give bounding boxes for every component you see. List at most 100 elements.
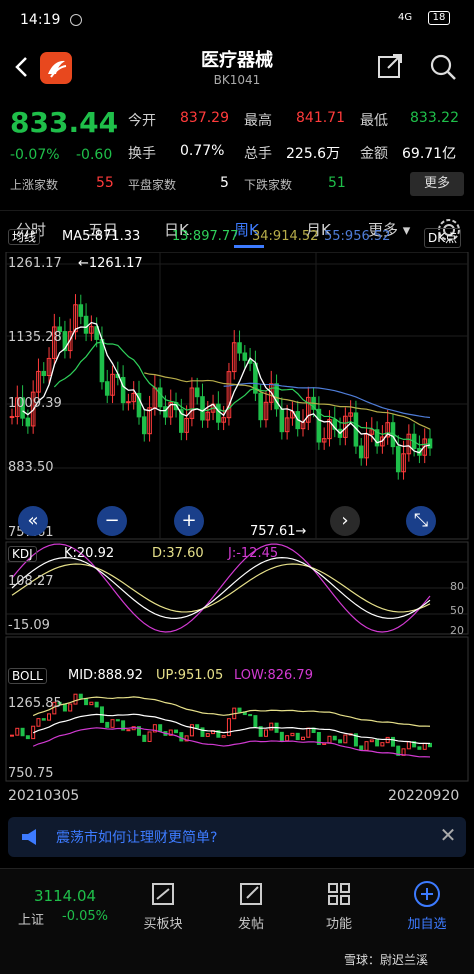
boll-candle bbox=[369, 739, 374, 743]
boll-candle bbox=[10, 734, 14, 737]
boll-selector[interactable]: BOLL bbox=[8, 668, 47, 684]
kdj-selector[interactable]: KDJ bbox=[8, 546, 37, 562]
ma13-value: 13:897.77 bbox=[172, 229, 239, 244]
scroll-left-fast-icon[interactable]: « bbox=[18, 506, 48, 536]
index-value[interactable]: 3114.04 bbox=[34, 887, 96, 905]
end-date: 20220920 bbox=[388, 788, 460, 804]
boll-candle bbox=[301, 736, 306, 741]
candle-body bbox=[83, 315, 89, 334]
boll-candle bbox=[25, 735, 30, 740]
candle-body bbox=[216, 403, 221, 423]
candle-body bbox=[157, 387, 163, 408]
scroll-right-icon[interactable]: › bbox=[330, 506, 360, 536]
boll-candle bbox=[422, 742, 427, 750]
boll-candle bbox=[200, 727, 205, 737]
share-icon[interactable] bbox=[376, 52, 404, 80]
boll-candle bbox=[253, 715, 258, 728]
close-icon[interactable]: ✕ bbox=[436, 823, 460, 847]
index-name[interactable]: 上证 bbox=[18, 909, 44, 928]
candle-body bbox=[99, 338, 105, 383]
ma-selector[interactable]: 均线 bbox=[8, 229, 41, 245]
boll-candle bbox=[343, 734, 348, 744]
boll-candle bbox=[89, 701, 94, 706]
flat-count-label: 平盘家数 bbox=[128, 178, 177, 192]
turnover-value: 0.77% bbox=[180, 143, 225, 159]
ma55-value: 55:956.52 bbox=[324, 229, 391, 244]
promo-banner[interactable]: 震荡市如何让理财更简单? ✕ bbox=[8, 817, 466, 857]
up-count-label: 上涨家数 bbox=[10, 178, 59, 192]
boll-candle bbox=[94, 701, 99, 708]
change-value: -0.60 bbox=[76, 147, 113, 163]
boll-candle bbox=[62, 703, 67, 712]
dk-point-button[interactable]: DK点 bbox=[424, 228, 462, 248]
amount-label: 金额 bbox=[360, 146, 388, 162]
boll-candle bbox=[68, 703, 73, 712]
boll-candle bbox=[380, 742, 385, 747]
boll-candle bbox=[20, 727, 25, 737]
up-count: 55 bbox=[96, 175, 114, 191]
watermark: 雪球：尉迟兰溪 bbox=[344, 953, 429, 967]
boll-mid-line bbox=[32, 713, 431, 745]
min-annotation: 757.61→ bbox=[250, 524, 307, 539]
candle-body bbox=[25, 417, 31, 427]
boll-candle bbox=[332, 735, 337, 741]
volume-value: 225.6万 bbox=[286, 146, 341, 162]
kdj-j-value: J:-12.45 bbox=[228, 546, 279, 561]
candle-body bbox=[78, 304, 84, 317]
boll-candle bbox=[390, 736, 395, 747]
boll-top: 1265.85 bbox=[8, 696, 62, 711]
boll-candle bbox=[385, 736, 390, 744]
quote-panel: 833.44 -0.07% -0.60 今开 837.29 最高 841.71 … bbox=[0, 100, 474, 210]
high-label: 最高 bbox=[244, 113, 272, 129]
candle-body bbox=[279, 408, 285, 433]
kdj-grid bbox=[6, 561, 468, 615]
volume-label: 总手 bbox=[244, 146, 272, 162]
tab-active-indicator bbox=[234, 245, 264, 248]
candle-body bbox=[126, 401, 131, 404]
kdj-bottom: -15.09 bbox=[8, 618, 50, 633]
ma5-value: MA5:871.33 bbox=[62, 229, 141, 244]
more-button[interactable]: 更多 bbox=[410, 172, 464, 196]
fullscreen-icon[interactable]: ⤡ bbox=[406, 506, 436, 536]
turnover-label: 换手 bbox=[128, 146, 156, 162]
candle-body bbox=[104, 381, 110, 396]
boll-panel-frame bbox=[5, 636, 469, 782]
index-change[interactable]: -0.05% bbox=[62, 909, 108, 924]
boll-candle bbox=[221, 735, 226, 738]
candle-body bbox=[200, 396, 205, 421]
buy-sector-button[interactable]: 买板块 bbox=[128, 879, 198, 932]
add-watchlist-button[interactable]: 加自选 bbox=[392, 879, 462, 932]
zoom-out-icon[interactable]: − bbox=[97, 506, 127, 536]
candle-body bbox=[9, 416, 15, 419]
megaphone-icon bbox=[20, 827, 42, 847]
y-tick-2: 1135.28 bbox=[8, 330, 62, 345]
boll-candle bbox=[78, 693, 83, 699]
last-price: 833.44 bbox=[10, 106, 119, 139]
ma-legend: 均线 bbox=[8, 228, 41, 246]
kline-chart-area[interactable]: 均线 MA5:871.33 13:897.77 34:914.52 55:956… bbox=[0, 228, 474, 812]
low-label: 最低 bbox=[360, 113, 388, 129]
network-indicator: 4G bbox=[398, 12, 413, 23]
candle-body bbox=[395, 446, 401, 473]
functions-button[interactable]: 功能 bbox=[304, 879, 374, 932]
buy-sector-label: 买板块 bbox=[143, 917, 183, 932]
candle-body bbox=[141, 416, 147, 435]
post-button[interactable]: 发帖 bbox=[216, 879, 286, 932]
open-label: 今开 bbox=[128, 113, 156, 129]
post-label: 发帖 bbox=[237, 917, 264, 932]
add-watchlist-label: 加自选 bbox=[407, 917, 447, 932]
boll-candle bbox=[338, 739, 343, 744]
boll-candle bbox=[110, 719, 115, 728]
open-value: 837.29 bbox=[180, 110, 229, 126]
kdj-d-value: D:37.60 bbox=[152, 546, 204, 561]
zoom-in-icon[interactable]: + bbox=[174, 506, 204, 536]
candlestick-series bbox=[9, 294, 433, 480]
kdj-tick-50: 50 bbox=[450, 604, 464, 617]
search-icon[interactable] bbox=[428, 52, 458, 82]
candle-body bbox=[237, 342, 242, 354]
boll-candle bbox=[269, 722, 274, 731]
ma34-value: 34:914.52 bbox=[252, 229, 319, 244]
boll-candle bbox=[279, 731, 284, 742]
boll-candle bbox=[174, 729, 179, 734]
boll-candle bbox=[195, 724, 200, 729]
